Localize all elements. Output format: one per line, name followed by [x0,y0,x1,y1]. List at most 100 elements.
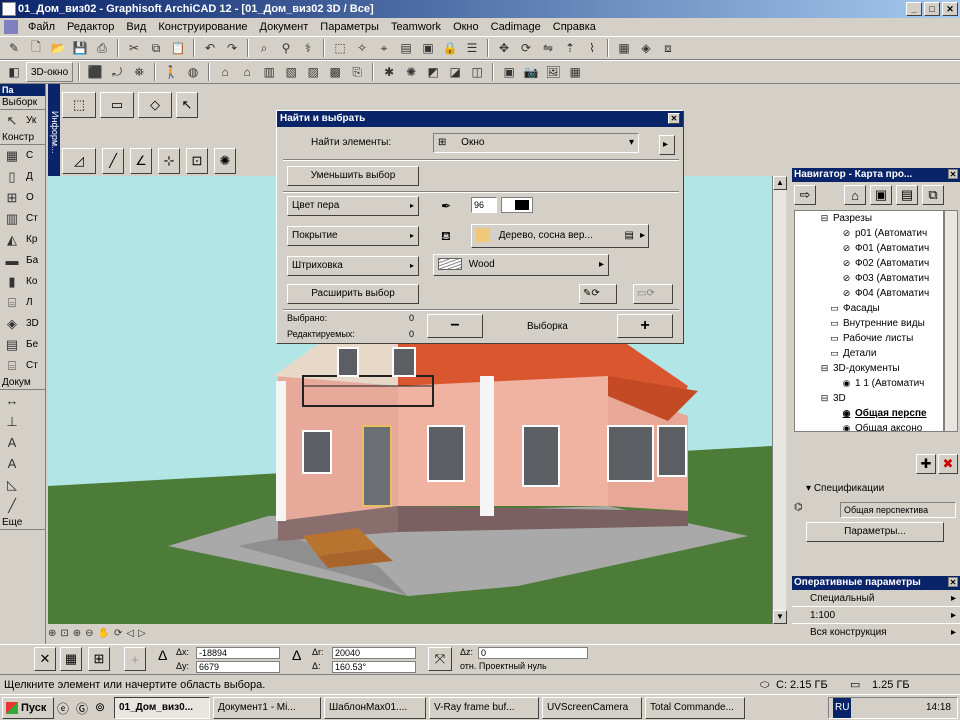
grid-snap-icon[interactable]: ▦ [60,647,82,671]
maximize-button[interactable]: □ [924,2,940,16]
walk-icon[interactable]: 🚶 [161,62,181,82]
sun-icon[interactable]: ✱ [379,62,399,82]
layer-icon[interactable]: ▤ [396,38,416,58]
dx-field[interactable]: -18894 [196,647,280,659]
rotated-rectangle-icon[interactable]: ◇ [138,92,172,118]
expand-arrow-button[interactable]: ▸ [659,135,675,155]
quicklaunch-app-icon[interactable]: ⊚ [95,700,111,716]
window-layout-icon[interactable]: ▦ [614,38,634,58]
pick-parameters-icon[interactable]: ✎⟳ [579,284,617,304]
3d-window-icon[interactable]: ◧ [4,62,24,82]
align-icon[interactable]: ☰ [462,38,482,58]
menu-document[interactable]: Документ [254,21,315,33]
selection-section[interactable]: Выборк [0,96,45,110]
beam-tool[interactable]: ▬ Ба [0,250,45,271]
tree-item[interactable]: ◉ Общая аксоно [795,421,943,431]
split-icon[interactable]: ⌇ [582,38,602,58]
construct-section[interactable]: Констр [0,131,45,145]
delete-icon[interactable]: ✖ [938,454,958,474]
cut-icon[interactable]: ✂ [124,38,144,58]
tree-item[interactable]: ◉ 1 1 (Автоматич [795,376,943,391]
cancel-coord-icon[interactable]: ✕ [34,647,56,671]
dy-field[interactable]: 6679 [196,661,280,673]
orbit-icon[interactable]: ⤾ [107,62,127,82]
new-file-icon[interactable]: 🗋 [26,38,46,58]
angle-field[interactable]: 160.53° [332,661,416,673]
text-tool[interactable]: A [0,432,45,453]
scroll-up-icon[interactable]: ▲ [773,176,787,190]
elevation-icon[interactable]: ▥ [259,62,279,82]
star-select-icon[interactable]: ✺ [214,148,236,174]
dialog-close-icon[interactable]: ✕ [668,113,680,124]
level-tool[interactable]: ⊥ [0,411,45,432]
specs-view-field[interactable]: Общая перспектива [840,502,956,518]
tree-item[interactable]: ⊘ Ф04 (Автоматич [795,286,943,301]
dz-field[interactable]: 0 [478,647,588,659]
menu-teamwork[interactable]: Teamwork [385,21,447,33]
special-row[interactable]: Специальный ▸ [792,591,960,607]
menu-help[interactable]: Справка [547,21,602,33]
taskbar-vray[interactable]: V-Ray frame buf... [429,696,539,719]
new-folder-icon[interactable]: ✚ [916,454,936,474]
parameters-button[interactable]: Параметры... [806,522,944,542]
material-icon[interactable]: ◩ [423,62,443,82]
globe-icon[interactable]: ◍ [183,62,203,82]
trace-icon[interactable]: ⌖ [374,38,394,58]
stair-tool[interactable]: ⌸ Л [0,292,45,313]
previous-view-icon[interactable]: ◁ [126,628,134,639]
window-tool[interactable]: ⊞ О [0,187,45,208]
pan-icon[interactable]: ✋ [98,628,110,639]
menu-cadimage[interactable]: Cadimage [485,21,547,33]
elevation-snap-icon[interactable]: ⤧ [428,647,452,671]
tree-item-selected[interactable]: ◉ Общая перспе [795,406,943,421]
offset-icon[interactable]: ⊹ [158,148,180,174]
taskbar-word[interactable]: Документ1 - Mi... [213,696,321,719]
project-map-icon[interactable]: ⌂ [844,185,866,205]
polygon-select-icon[interactable]: ◿ [62,148,96,174]
infobox-label[interactable]: Информ... [48,84,60,180]
fit-icon[interactable]: ⊕ [48,628,56,639]
pen-color-button[interactable]: Цвет пера ▸ [287,196,419,216]
column-tool[interactable]: ▥ Ст [0,208,45,229]
zoom-window-icon[interactable]: ⊡ [60,628,68,639]
line-tool[interactable]: ╱ [0,495,45,516]
stack-icon[interactable]: ⧈ [658,38,678,58]
tree-item[interactable]: ▭ Детали [795,346,943,361]
start-button[interactable]: Пуск [2,696,54,719]
publisher-icon[interactable]: ⧉ [922,185,944,205]
group-icon[interactable]: ▣ [418,38,438,58]
reference-label[interactable]: отн. Проектный нуль [460,661,547,671]
taskbar-archicad[interactable]: 01_Дом_виз0... [114,696,210,719]
extend-selection-button[interactable]: Расширить выбор [287,284,419,304]
tree-item[interactable]: ⊘ Ф01 (Автоматич [795,241,943,256]
angle-select-icon[interactable]: ∠ [130,148,152,174]
pencil-icon[interactable]: ✎ [4,38,24,58]
explore-icon[interactable]: ⛯ [129,62,149,82]
slab-tool[interactable]: ▤ Бе [0,334,45,355]
shadow-icon[interactable]: ◫ [467,62,487,82]
column2-tool[interactable]: ▮ Ко [0,271,45,292]
plus-icon[interactable]: + [124,647,146,671]
photo-render-icon[interactable]: ▣ [499,62,519,82]
pointer-icon[interactable]: ↖ [176,92,198,118]
3d-window-button[interactable]: 3D-окно [26,62,74,82]
arrow-tool[interactable]: ↖ Ук [0,110,45,131]
minimize-button[interactable]: _ [906,2,922,16]
dimension-tool[interactable]: ↔ [0,390,45,411]
layout-icon[interactable]: ▩ [325,62,345,82]
publish-icon[interactable]: ⎘ [347,62,367,82]
label-tool[interactable]: A [0,453,45,474]
tree-item[interactable]: ⊘ Ф03 (Автоматич [795,271,943,286]
inject-parameters-icon[interactable]: ▭⟳ [633,284,673,304]
redo-icon[interactable]: ↷ [222,38,242,58]
taskbar-totalcmd[interactable]: Total Commande... [645,696,745,719]
find-icon[interactable]: ⌕ [254,38,274,58]
save-icon[interactable]: 💾 [70,38,90,58]
tree-item[interactable]: ⊘ р01 (Автоматич [795,226,943,241]
document-section[interactable]: Докум [0,376,45,390]
document-menu-icon[interactable] [4,20,18,34]
house-icon[interactable]: ⌂ [215,62,235,82]
quick-options-close-icon[interactable]: ✕ [948,577,958,587]
pen-number-field[interactable]: 96 [471,197,497,213]
tree-item[interactable]: ⊘ Ф02 (Автоматич [795,256,943,271]
